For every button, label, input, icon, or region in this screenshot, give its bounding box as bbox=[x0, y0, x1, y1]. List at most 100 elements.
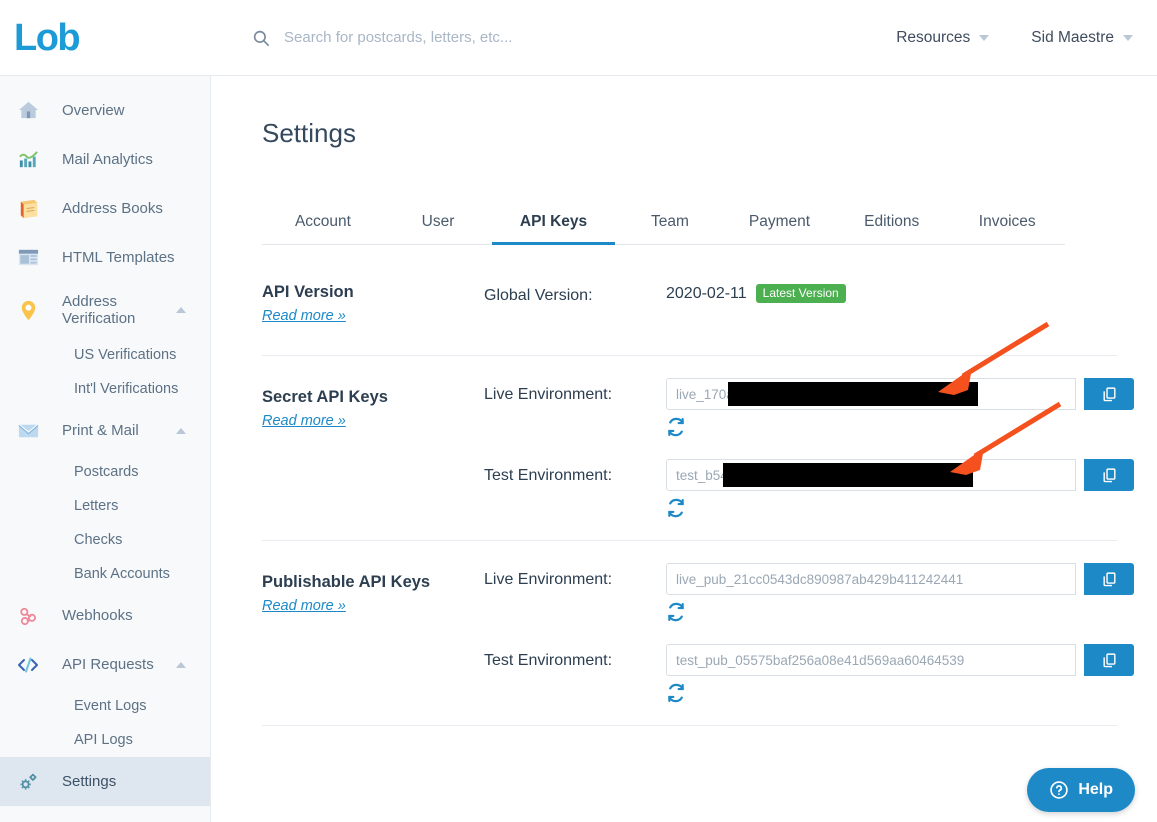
search-bar[interactable] bbox=[252, 29, 896, 47]
sidebar-item-intl-verifications[interactable]: Int'l Verifications bbox=[0, 372, 210, 406]
top-header: Lob Resources Sid Maestre bbox=[0, 0, 1157, 76]
chevron-up-icon[interactable] bbox=[176, 307, 186, 313]
status-badge: Latest Version bbox=[756, 284, 846, 303]
publishable-test-label: Test Environment: bbox=[484, 644, 666, 670]
webhook-icon bbox=[14, 603, 42, 629]
read-more-link[interactable]: Read more » bbox=[262, 308, 346, 324]
tab-team[interactable]: Team bbox=[615, 207, 725, 244]
lob-logo[interactable]: Lob bbox=[0, 19, 210, 57]
settings-tabs: Account User API Keys Team Payment Editi… bbox=[262, 207, 1065, 245]
section-secret-api-keys: Secret API Keys Read more » Live Environ… bbox=[262, 355, 1117, 540]
sidebar-item-postcards[interactable]: Postcards bbox=[0, 455, 210, 489]
sidebar-group-print-and-mail[interactable]: Print & Mail bbox=[0, 406, 210, 455]
sidebar-item-settings[interactable]: Settings bbox=[0, 757, 210, 806]
sidebar-item-overview[interactable]: Overview bbox=[0, 86, 210, 135]
secret-live-input-group bbox=[666, 378, 1134, 410]
copy-secret-live-button[interactable] bbox=[1084, 378, 1134, 410]
sidebar-item-label: API Requests bbox=[62, 656, 154, 673]
copy-secret-test-button[interactable] bbox=[1084, 459, 1134, 491]
secret-test-input-group bbox=[666, 459, 1134, 491]
publishable-live-control bbox=[666, 563, 1134, 620]
regenerate-publishable-test-button[interactable] bbox=[666, 683, 686, 701]
sidebar-item-event-logs[interactable]: Event Logs bbox=[0, 689, 210, 723]
regenerate-publishable-live-button[interactable] bbox=[666, 602, 686, 620]
bar-chart-icon bbox=[14, 147, 42, 173]
chevron-up-icon[interactable] bbox=[176, 662, 186, 668]
redaction-bar bbox=[728, 382, 978, 406]
sidebar-item-checks[interactable]: Checks bbox=[0, 523, 210, 557]
sidebar-subitem-label: Checks bbox=[74, 532, 122, 548]
tab-api-keys[interactable]: API Keys bbox=[492, 207, 615, 244]
help-circle-icon bbox=[1049, 780, 1069, 800]
sidebar-subitem-label: US Verifications bbox=[74, 347, 176, 363]
secret-live-row: Live Environment: bbox=[484, 378, 1134, 435]
api-version-heading: API Version Read more » bbox=[262, 279, 484, 325]
sidebar-subitem-label: API Logs bbox=[74, 732, 133, 748]
tab-label: Team bbox=[651, 213, 689, 230]
secret-live-control bbox=[666, 378, 1134, 435]
sidebar-subitem-label: Event Logs bbox=[74, 698, 147, 714]
tab-user[interactable]: User bbox=[384, 207, 492, 244]
tab-label: API Keys bbox=[520, 213, 587, 230]
regenerate-secret-test-button[interactable] bbox=[666, 498, 686, 516]
tab-account[interactable]: Account bbox=[262, 207, 384, 244]
publishable-test-key-input[interactable] bbox=[666, 644, 1076, 676]
publishable-live-key-input[interactable] bbox=[666, 563, 1076, 595]
sidebar-item-us-verifications[interactable]: US Verifications bbox=[0, 338, 210, 372]
section-title: Secret API Keys bbox=[262, 388, 484, 407]
sidebar-item-label: Mail Analytics bbox=[62, 151, 153, 168]
secret-keys-heading: Secret API Keys Read more » bbox=[262, 378, 484, 516]
sidebar-item-letters[interactable]: Letters bbox=[0, 489, 210, 523]
copy-publishable-test-button[interactable] bbox=[1084, 644, 1134, 676]
resources-menu[interactable]: Resources bbox=[896, 29, 989, 47]
publishable-test-input-group bbox=[666, 644, 1134, 676]
row-spacer bbox=[484, 435, 1134, 459]
sidebar-item-bank-accounts[interactable]: Bank Accounts bbox=[0, 557, 210, 591]
sidebar-item-webhooks[interactable]: Webhooks bbox=[0, 591, 210, 640]
section-title: API Version bbox=[262, 283, 484, 302]
regenerate-secret-live-button[interactable] bbox=[666, 417, 686, 435]
sidebar-item-label: Print & Mail bbox=[62, 422, 139, 439]
account-menu[interactable]: Sid Maestre bbox=[1031, 29, 1133, 47]
sidebar-item-label: Webhooks bbox=[62, 607, 133, 624]
section-api-version: API Version Read more » Global Version: … bbox=[262, 245, 1117, 355]
chevron-up-icon[interactable] bbox=[176, 428, 186, 434]
search-input[interactable] bbox=[284, 29, 764, 46]
tab-label: Account bbox=[295, 213, 351, 230]
read-more-link[interactable]: Read more » bbox=[262, 598, 346, 614]
chevron-down-icon bbox=[979, 35, 989, 41]
sidebar-group-address-verification[interactable]: Address Verification bbox=[0, 282, 210, 338]
redaction-bar bbox=[723, 463, 973, 487]
sidebar-subitem-label: Bank Accounts bbox=[74, 566, 170, 582]
global-version-value: 2020-02-11 bbox=[666, 285, 747, 303]
publishable-test-control bbox=[666, 644, 1134, 701]
tab-label: User bbox=[422, 213, 455, 230]
section-title: Publishable API Keys bbox=[262, 573, 484, 592]
tab-label: Invoices bbox=[979, 213, 1036, 230]
sidebar-item-mail-analytics[interactable]: Mail Analytics bbox=[0, 135, 210, 184]
sidebar-item-html-templates[interactable]: HTML Templates bbox=[0, 233, 210, 282]
read-more-link[interactable]: Read more » bbox=[262, 413, 346, 429]
gear-icon bbox=[14, 769, 42, 795]
sidebar-item-label: HTML Templates bbox=[62, 249, 175, 266]
sidebar-item-label: Address Books bbox=[62, 200, 163, 217]
global-version-label: Global Version: bbox=[484, 279, 666, 305]
tab-payment[interactable]: Payment bbox=[725, 207, 834, 244]
row-spacer bbox=[484, 620, 1134, 644]
code-icon bbox=[14, 652, 42, 678]
sidebar-group-api-requests[interactable]: API Requests bbox=[0, 640, 210, 689]
tab-editions[interactable]: Editions bbox=[834, 207, 950, 244]
help-button[interactable]: Help bbox=[1027, 768, 1135, 812]
house-icon bbox=[14, 98, 42, 124]
tab-invoices[interactable]: Invoices bbox=[949, 207, 1065, 244]
search-icon bbox=[252, 29, 270, 47]
sidebar-item-address-books[interactable]: Address Books bbox=[0, 184, 210, 233]
publishable-live-input-group bbox=[666, 563, 1134, 595]
publishable-live-row: Live Environment: bbox=[484, 563, 1134, 620]
section-divider bbox=[262, 725, 1117, 726]
main-content: Settings Account User API Keys Team Paym… bbox=[211, 76, 1157, 822]
secret-live-label: Live Environment: bbox=[484, 378, 666, 404]
publishable-test-row: Test Environment: bbox=[484, 644, 1134, 701]
sidebar-item-api-logs[interactable]: API Logs bbox=[0, 723, 210, 757]
copy-publishable-live-button[interactable] bbox=[1084, 563, 1134, 595]
